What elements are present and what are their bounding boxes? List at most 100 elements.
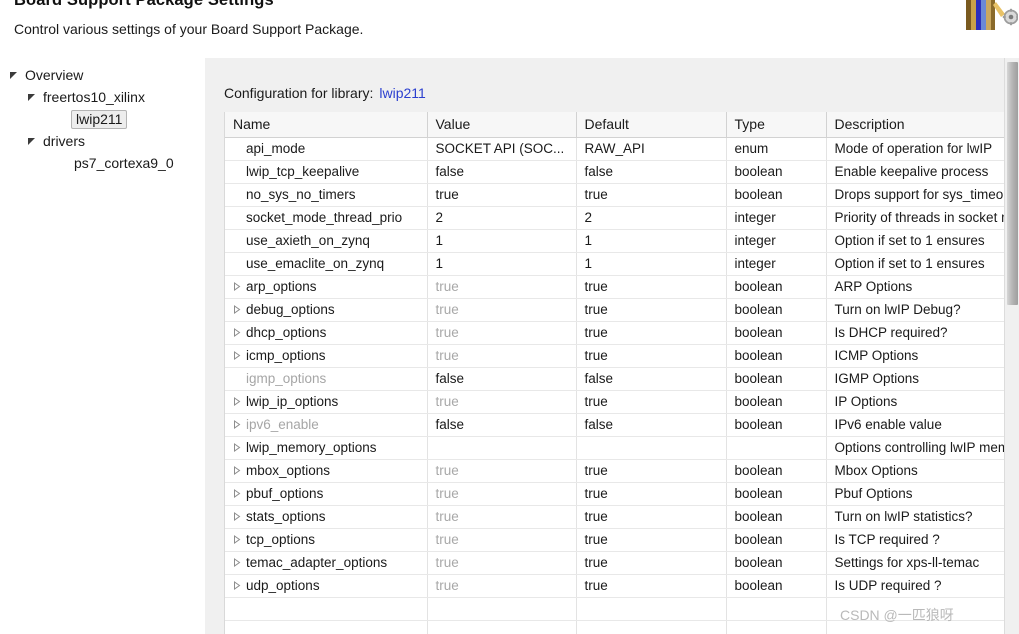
cell-description: Options controlling lwIP memory usage — [826, 436, 1005, 459]
bsp-tree-panel[interactable]: Overviewfreertos10_xilinxlwip211driversp… — [0, 64, 205, 634]
cell-name[interactable]: stats_options — [225, 505, 427, 528]
cell-value[interactable] — [427, 620, 576, 634]
cell-value[interactable]: true — [427, 275, 576, 298]
cell-name[interactable]: use_emaclite_on_zynq — [225, 252, 427, 275]
cell-name[interactable]: dhcp_options — [225, 321, 427, 344]
vertical-scrollbar[interactable] — [1004, 58, 1019, 634]
cell-value[interactable] — [427, 436, 576, 459]
table-row[interactable]: tcp_optionstruetruebooleanIs TCP require… — [225, 528, 1005, 551]
expand-triangle-icon[interactable] — [233, 440, 246, 455]
cell-value[interactable]: true — [427, 321, 576, 344]
column-header-name[interactable]: Name — [225, 112, 427, 137]
table-row[interactable]: udp_optionstruetruebooleanIs UDP require… — [225, 574, 1005, 597]
configuration-table-container[interactable]: Name Value Default Type Description api_… — [224, 112, 1005, 634]
tree-expand-arrow-icon[interactable] — [27, 93, 41, 102]
expand-triangle-icon[interactable] — [233, 279, 246, 294]
table-row[interactable]: debug_optionstruetruebooleanTurn on lwIP… — [225, 298, 1005, 321]
cell-value[interactable]: 1 — [427, 252, 576, 275]
expand-triangle-icon[interactable] — [233, 555, 246, 570]
cell-name[interactable]: pbuf_options — [225, 482, 427, 505]
cell-name[interactable]: use_axieth_on_zynq — [225, 229, 427, 252]
table-row[interactable]: lwip_ip_optionstruetruebooleanIP Options — [225, 390, 1005, 413]
expand-triangle-icon[interactable] — [233, 532, 246, 547]
cell-value[interactable]: false — [427, 367, 576, 390]
cell-name[interactable]: no_sys_no_timers — [225, 183, 427, 206]
tree-item-overview[interactable]: Overview — [0, 64, 204, 86]
cell-name[interactable]: igmp_options — [225, 367, 427, 390]
tree-item-freertos10_xilinx[interactable]: freertos10_xilinx — [0, 86, 204, 108]
cell-value[interactable]: true — [427, 574, 576, 597]
table-row[interactable]: no_sys_no_timerstruetruebooleanDrops sup… — [225, 183, 1005, 206]
cell-name[interactable]: arp_options — [225, 275, 427, 298]
expand-triangle-icon[interactable] — [233, 325, 246, 340]
table-row[interactable]: temac_adapter_optionstruetruebooleanSett… — [225, 551, 1005, 574]
expand-triangle-icon[interactable] — [233, 578, 246, 593]
cell-name[interactable]: udp_options — [225, 574, 427, 597]
cell-value[interactable]: true — [427, 459, 576, 482]
cell-name[interactable]: tcp_options — [225, 528, 427, 551]
cell-value[interactable]: true — [427, 482, 576, 505]
cell-value[interactable]: true — [427, 183, 576, 206]
column-header-value[interactable]: Value — [427, 112, 576, 137]
table-row[interactable]: api_modeSOCKET API (SOC...RAW_APIenumMod… — [225, 137, 1005, 160]
cell-name[interactable] — [225, 597, 427, 620]
table-row[interactable]: lwip_memory_options Options controlling l… — [225, 436, 1005, 459]
cell-value[interactable]: true — [427, 390, 576, 413]
table-row[interactable] — [225, 597, 1005, 620]
cell-value[interactable]: true — [427, 344, 576, 367]
cell-value[interactable]: 1 — [427, 229, 576, 252]
tree-item-lwip211[interactable]: lwip211 — [0, 108, 204, 130]
table-row[interactable]: lwip_tcp_keepalivefalsefalsebooleanEnabl… — [225, 160, 1005, 183]
parameter-name: socket_mode_thread_prio — [246, 210, 402, 225]
cell-value[interactable] — [427, 597, 576, 620]
cell-value[interactable]: false — [427, 160, 576, 183]
cell-name[interactable]: lwip_memory_options — [225, 436, 427, 459]
expand-triangle-icon[interactable] — [233, 394, 246, 409]
expand-triangle-icon[interactable] — [233, 302, 246, 317]
tree-item-ps7_cortexa9_0[interactable]: ps7_cortexa9_0 — [0, 152, 204, 174]
cell-name[interactable]: lwip_ip_options — [225, 390, 427, 413]
cell-name[interactable]: lwip_tcp_keepalive — [225, 160, 427, 183]
table-row[interactable] — [225, 620, 1005, 634]
table-row[interactable]: use_emaclite_on_zynq11integerOption if s… — [225, 252, 1005, 275]
table-row[interactable]: dhcp_optionstruetruebooleanIs DHCP requi… — [225, 321, 1005, 344]
cell-name[interactable]: debug_options — [225, 298, 427, 321]
cell-value[interactable]: SOCKET API (SOC... — [427, 137, 576, 160]
cell-value[interactable]: true — [427, 551, 576, 574]
vertical-scrollbar-thumb[interactable] — [1007, 62, 1018, 305]
table-row[interactable]: socket_mode_thread_prio22integerPriority… — [225, 206, 1005, 229]
cell-name[interactable]: mbox_options — [225, 459, 427, 482]
table-row[interactable]: stats_optionstruetruebooleanTurn on lwIP… — [225, 505, 1005, 528]
tree-expand-arrow-icon[interactable] — [27, 137, 41, 146]
cell-value[interactable]: true — [427, 505, 576, 528]
column-header-type[interactable]: Type — [726, 112, 826, 137]
expand-triangle-icon[interactable] — [233, 509, 246, 524]
table-row[interactable]: use_axieth_on_zynq11integerOption if set… — [225, 229, 1005, 252]
expand-triangle-icon[interactable] — [233, 417, 246, 432]
column-header-default[interactable]: Default — [576, 112, 726, 137]
expand-triangle-icon[interactable] — [233, 463, 246, 478]
table-row[interactable]: ipv6_enablefalsefalsebooleanIPv6 enable … — [225, 413, 1005, 436]
cell-value[interactable]: true — [427, 298, 576, 321]
table-row[interactable]: mbox_optionstruetruebooleanMbox Options — [225, 459, 1005, 482]
tree-expand-arrow-icon[interactable] — [9, 71, 23, 80]
cell-value[interactable]: false — [427, 413, 576, 436]
cell-value[interactable]: 2 — [427, 206, 576, 229]
table-row[interactable]: pbuf_optionstruetruebooleanPbuf Options — [225, 482, 1005, 505]
expand-triangle-icon[interactable] — [233, 486, 246, 501]
cell-value[interactable]: true — [427, 528, 576, 551]
table-row[interactable]: igmp_optionsfalsefalsebooleanIGMP Option… — [225, 367, 1005, 390]
cell-name[interactable]: ipv6_enable — [225, 413, 427, 436]
table-row[interactable]: icmp_optionstruetruebooleanICMP Options — [225, 344, 1005, 367]
expand-triangle-icon[interactable] — [233, 348, 246, 363]
cell-name[interactable]: api_mode — [225, 137, 427, 160]
cell-name[interactable] — [225, 620, 427, 634]
parameter-name: pbuf_options — [246, 486, 323, 501]
cell-name[interactable]: temac_adapter_options — [225, 551, 427, 574]
cell-name[interactable]: socket_mode_thread_prio — [225, 206, 427, 229]
column-header-description[interactable]: Description — [826, 112, 1005, 137]
table-row[interactable]: arp_optionstruetruebooleanARP Options — [225, 275, 1005, 298]
cell-name[interactable]: icmp_options — [225, 344, 427, 367]
tree-item-drivers[interactable]: drivers — [0, 130, 204, 152]
library-name-link[interactable]: lwip211 — [373, 85, 425, 101]
